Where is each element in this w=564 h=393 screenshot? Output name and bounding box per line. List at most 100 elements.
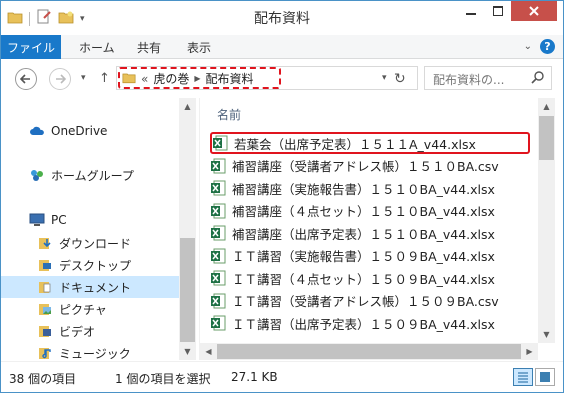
- navigation-bar: ▾ ↑ « 虎の巻 ▶ 配布資料 ▾ ↻ 配布資料の...: [1, 60, 563, 98]
- breadcrumb-overflow[interactable]: «: [141, 72, 148, 86]
- excel-file-icon: [211, 158, 226, 173]
- desktop-folder-icon: [37, 257, 53, 273]
- breadcrumb-item-toranomaki[interactable]: 虎の巻: [153, 70, 189, 87]
- tab-home[interactable]: ホーム: [79, 35, 115, 59]
- sidebar-item-downloads[interactable]: ダウンロード: [37, 232, 131, 254]
- excel-file-icon: [211, 315, 226, 331]
- file-row[interactable]: ＩＴ講習（受講者アドレス帳）１５０９BA.csv: [210, 290, 530, 312]
- excel-file-icon: [211, 225, 226, 241]
- sidebar-scroll-thumb[interactable]: [180, 238, 195, 342]
- file-row[interactable]: ＩＴ講習（実施報告書）１５０９BA_v44.xlsx: [210, 245, 530, 267]
- maximize-button[interactable]: [484, 1, 511, 21]
- refresh-icon[interactable]: ↻: [394, 71, 406, 87]
- ribbon-tabs: ファイル ホーム 共有 表示 ⌄ ?: [1, 35, 563, 59]
- vertical-scroll-thumb[interactable]: [539, 116, 554, 160]
- sidebar-item-label: ピクチャ: [59, 302, 107, 317]
- search-icon[interactable]: [531, 70, 545, 84]
- sidebar-item-homegroup[interactable]: ホームグループ: [29, 164, 134, 186]
- close-button[interactable]: [511, 1, 557, 21]
- file-name: ＩＴ講習（受講者アドレス帳）１５０９BA.csv: [232, 294, 499, 309]
- details-view-button[interactable]: [513, 368, 533, 386]
- forward-button[interactable]: [49, 68, 71, 90]
- expand-ribbon-icon[interactable]: ⌄: [524, 41, 532, 52]
- view-switcher: [513, 368, 555, 386]
- computer-icon: [29, 212, 45, 228]
- excel-file-icon: [211, 293, 226, 308]
- sidebar-item-pc[interactable]: PC: [29, 209, 67, 231]
- file-list-vertical-scrollbar[interactable]: ▲ ▼: [538, 98, 555, 343]
- minimize-icon: [465, 13, 476, 15]
- breadcrumb-item-haifushiryo[interactable]: 配布資料: [206, 70, 254, 87]
- excel-file-icon: [213, 135, 228, 151]
- scroll-left-icon[interactable]: ◀: [200, 343, 217, 360]
- back-button[interactable]: [15, 68, 37, 90]
- ribbon-controls: ⌄ ?: [524, 39, 555, 54]
- window-controls: [457, 1, 557, 21]
- sidebar-item-documents[interactable]: ドキュメント: [1, 276, 179, 298]
- sidebar-item-label: ダウンロード: [59, 236, 132, 251]
- music-folder-icon: [37, 345, 53, 361]
- excel-file-icon: [211, 270, 226, 286]
- file-name: ＩＴ講習（出席予定表）１５０９BA_v44.xlsx: [232, 316, 495, 332]
- pictures-folder-icon: [37, 301, 53, 317]
- file-name: 補習講座（実施報告書）１５１０BA_v44.xlsx: [232, 181, 495, 197]
- sidebar-item-label: ビデオ: [59, 324, 96, 339]
- homegroup-icon: [29, 167, 45, 183]
- excel-file-icon: [211, 248, 226, 263]
- file-name: ＩＴ講習（４点セット）１５０９BA_v44.xlsx: [232, 271, 495, 287]
- explorer-window: ▾ 配布資料 ファイル ホーム 共有 表示 ⌄ ? ▾ ↑ « 虎の巻 ▶ 配布…: [0, 0, 564, 393]
- tab-view[interactable]: 表示: [187, 35, 211, 59]
- sidebar-item-label: ドキュメント: [59, 280, 132, 295]
- sidebar-item-onedrive[interactable]: OneDrive: [29, 120, 107, 142]
- selection-info: 1 個の項目を選択: [115, 372, 211, 386]
- minimize-button[interactable]: [457, 1, 484, 21]
- recent-locations-icon[interactable]: ▾: [81, 73, 86, 83]
- excel-file-icon: [211, 203, 226, 218]
- videos-folder-icon: [37, 323, 53, 339]
- sidebar-item-videos[interactable]: ビデオ: [37, 320, 95, 342]
- file-list-horizontal-scrollbar[interactable]: ◀ ▶: [200, 343, 538, 360]
- tab-file[interactable]: ファイル: [1, 35, 61, 59]
- sidebar-item-label: PC: [51, 213, 67, 227]
- file-name: 若葉会（出席予定表）１５１１A_v44.xlsx: [234, 136, 476, 152]
- selection-size: 27.1 KB: [231, 370, 278, 384]
- scroll-up-icon[interactable]: ▲: [179, 98, 196, 115]
- file-row-selected[interactable]: 若葉会（出席予定表）１５１１A_v44.xlsx: [210, 132, 530, 154]
- column-header-name[interactable]: 名前: [217, 106, 241, 123]
- horizontal-scroll-thumb[interactable]: [217, 344, 521, 359]
- file-row[interactable]: ＩＴ講習（出席予定表）１５０９BA_v44.xlsx: [210, 312, 530, 334]
- address-dropdown-icon[interactable]: ▾: [382, 73, 387, 83]
- file-list: 名前 若葉会（出席予定表）１５１１A_v44.xlsx 補習講座（受講者アドレス帳…: [200, 98, 538, 343]
- tab-share[interactable]: 共有: [137, 35, 161, 59]
- file-row[interactable]: 補習講座（実施報告書）１５１０BA_v44.xlsx: [210, 177, 530, 199]
- sidebar-item-pictures[interactable]: ピクチャ: [37, 298, 107, 320]
- file-row[interactable]: 補習講座（４点セット）１５１０BA_v44.xlsx: [210, 200, 530, 222]
- breadcrumb: « 虎の巻 ▶ 配布資料: [122, 70, 254, 87]
- item-count: 38 個の項目: [9, 372, 77, 386]
- scroll-down-icon[interactable]: ▼: [179, 343, 196, 360]
- sidebar-item-label: ミュージック: [59, 346, 131, 361]
- title-bar: ▾ 配布資料: [1, 1, 563, 35]
- up-arrow-icon[interactable]: ↑: [99, 71, 110, 86]
- scroll-down-icon[interactable]: ▼: [538, 326, 555, 343]
- sidebar-item-desktop[interactable]: デスクトップ: [37, 254, 131, 276]
- chevron-right-icon[interactable]: ▶: [194, 74, 200, 83]
- sidebar-item-label: OneDrive: [51, 124, 108, 138]
- file-row[interactable]: 補習講座（出席予定表）１５１０BA_v44.xlsx: [210, 222, 530, 244]
- help-icon[interactable]: ?: [540, 39, 555, 54]
- forward-arrow-icon: [56, 74, 66, 84]
- scroll-up-icon[interactable]: ▲: [538, 98, 555, 115]
- file-row[interactable]: ＩＴ講習（４点セット）１５０９BA_v44.xlsx: [210, 267, 530, 289]
- sidebar-scrollbar[interactable]: ▲ ▼: [179, 98, 196, 360]
- sidebar-item-label: デスクトップ: [59, 258, 132, 273]
- search-input[interactable]: 配布資料の...: [433, 71, 504, 88]
- excel-file-icon: [211, 180, 226, 196]
- search-box[interactable]: 配布資料の...: [424, 66, 552, 90]
- navigation-pane: OneDrive ホームグループ PC ダウンロード デスクトップ ドキュメント…: [1, 98, 197, 361]
- scroll-right-icon[interactable]: ▶: [521, 343, 538, 360]
- sidebar-item-label: ホームグループ: [51, 168, 134, 183]
- large-icons-view-button[interactable]: [535, 368, 555, 386]
- back-arrow-icon: [20, 74, 30, 84]
- cloud-icon: [29, 123, 45, 139]
- file-row[interactable]: 補習講座（受講者アドレス帳）１５１０BA.csv: [210, 155, 530, 177]
